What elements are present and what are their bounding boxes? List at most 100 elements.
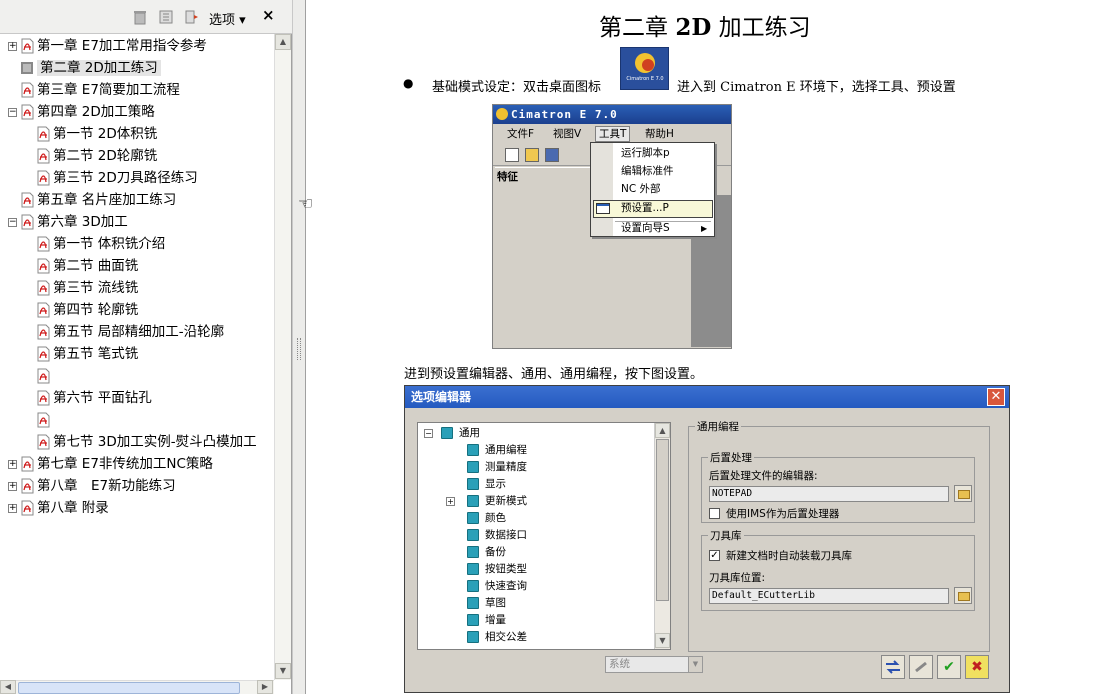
- autoload-library-checkbox[interactable]: ✓: [709, 550, 720, 561]
- dialog-close-button[interactable]: ✕: [987, 388, 1005, 406]
- scroll-right-icon[interactable]: ▶: [257, 680, 273, 694]
- pdf-icon: [37, 170, 50, 186]
- book-icon: [467, 461, 479, 473]
- bookmark-item[interactable]: − 第四章 2D加工策略: [8, 102, 155, 122]
- book-icon: [467, 512, 479, 524]
- options-tree-item[interactable]: − 通用: [424, 425, 480, 442]
- bookmark-item[interactable]: + 第八章 附录: [8, 498, 109, 518]
- menu-item-preferences[interactable]: 预设置...P: [621, 200, 669, 217]
- bookmark-label: 第八章 E7新功能练习: [37, 478, 176, 494]
- bookmark-item[interactable]: 第二节 2D轮廓铣: [36, 146, 157, 166]
- scope-select[interactable]: 系统 ▼: [605, 656, 703, 673]
- menu-item-nc-external[interactable]: NC 外部: [621, 181, 661, 198]
- options-menu-button[interactable]: 选项 ▾: [209, 9, 246, 28]
- options-tree-item[interactable]: + 更新模式: [446, 493, 527, 510]
- bookmark-item[interactable]: 第五节 局部精细加工-沿轮廓: [36, 322, 224, 342]
- import-export-button[interactable]: [881, 655, 905, 679]
- open-file-icon[interactable]: [525, 148, 539, 162]
- expand-icon[interactable]: +: [8, 41, 17, 51]
- bookmark-item[interactable]: + 第八章 E7新功能练习: [8, 476, 176, 496]
- options-tree-item[interactable]: 快速查询: [446, 578, 527, 595]
- bookmark-item[interactable]: 第二节 曲面铣: [36, 256, 138, 276]
- splitter-grip[interactable]: [297, 338, 301, 360]
- bookmark-item[interactable]: [36, 366, 53, 386]
- cancel-x-icon[interactable]: ✖: [965, 655, 989, 679]
- folder-browse-icon[interactable]: [954, 485, 972, 502]
- bookmark-item[interactable]: 第一节 体积铣介绍: [36, 234, 165, 254]
- use-ims-checkbox[interactable]: [709, 508, 720, 519]
- menu-view[interactable]: 视图V: [553, 125, 581, 143]
- bookmark-item[interactable]: 第一节 2D体积铣: [36, 124, 157, 144]
- expand-icon[interactable]: +: [8, 481, 17, 491]
- options-tree-item[interactable]: 增量: [446, 612, 506, 629]
- reset-button[interactable]: [909, 655, 933, 679]
- new-file-icon[interactable]: [505, 148, 519, 162]
- scroll-thumb[interactable]: [656, 439, 669, 601]
- scroll-up-icon[interactable]: ▲: [275, 34, 291, 50]
- book-icon: [467, 614, 479, 626]
- bookmark-item[interactable]: 第七节 3D加工实例-熨斗凸模加工: [36, 432, 257, 452]
- bookmark-item[interactable]: 第四节 轮廓铣: [36, 300, 138, 320]
- options-tree-item[interactable]: 草图: [446, 595, 506, 612]
- scroll-up-icon[interactable]: ▲: [655, 423, 670, 438]
- folder-browse-icon[interactable]: [954, 587, 972, 604]
- general-programming-group: 通用编程 后置处理 后置处理文件的编辑器: NOTEPAD 使用IMS作为后置处…: [688, 419, 990, 652]
- expand-icon[interactable]: +: [8, 459, 17, 469]
- bookmark-item[interactable]: + 第七章 E7非传统加工NC策略: [8, 454, 213, 474]
- bookmark-item[interactable]: 第二章 2D加工练习: [8, 58, 161, 78]
- horizontal-scrollbar[interactable]: ◀ ▶: [0, 680, 274, 694]
- menu-tools[interactable]: 工具T: [595, 126, 631, 142]
- bookmark-item[interactable]: − 第六章 3D加工: [8, 212, 128, 232]
- tool-library-group: 刀具库 ✓ 新建文档时自动装载刀具库 刀具库位置: Default_ECutte…: [701, 528, 975, 611]
- bookmark-item[interactable]: 第六节 平面钻孔: [36, 388, 152, 408]
- expand-icon[interactable]: +: [8, 503, 17, 513]
- collapse-icon[interactable]: −: [8, 107, 17, 117]
- options-tree-item[interactable]: 显示: [446, 476, 506, 493]
- options-tree-item[interactable]: 测量精度: [446, 459, 527, 476]
- collapse-icon[interactable]: −: [8, 217, 17, 227]
- options-tree-label: 测量精度: [485, 461, 527, 473]
- menu-item-setup-wizard[interactable]: 设置向导S: [621, 220, 670, 237]
- bookmark-label: 第一节 体积铣介绍: [53, 236, 166, 252]
- library-location-field[interactable]: Default_ECutterLib: [709, 588, 949, 604]
- vertical-scrollbar[interactable]: ▲ ▼: [274, 34, 291, 680]
- bookmark-item[interactable]: 第三节 流线铣: [36, 278, 138, 298]
- options-tree-item[interactable]: 备份: [446, 544, 506, 561]
- collapse-icon[interactable]: −: [424, 428, 433, 438]
- scroll-thumb[interactable]: [18, 682, 240, 694]
- bookmark-item[interactable]: 第五节 笔式铣: [36, 344, 138, 364]
- scroll-down-icon[interactable]: ▼: [275, 663, 291, 679]
- bookmark-item[interactable]: 第五章 名片座加工练习: [8, 190, 176, 210]
- options-tree-item[interactable]: 颜色: [446, 510, 506, 527]
- bookmark-item[interactable]: 第三节 2D刀具路径练习: [36, 168, 198, 188]
- scroll-down-icon[interactable]: ▼: [655, 633, 670, 648]
- options-tree-item[interactable]: 通用编程: [446, 442, 527, 459]
- menu-help[interactable]: 帮助H: [645, 125, 674, 143]
- post-editor-field[interactable]: NOTEPAD: [709, 486, 949, 502]
- save-file-icon[interactable]: [545, 148, 559, 162]
- expand-bookmark-icon[interactable]: [185, 9, 199, 25]
- close-panel-button[interactable]: ×: [262, 6, 275, 24]
- menu-file[interactable]: 文件F: [507, 125, 534, 143]
- pdf-icon: [37, 346, 50, 362]
- pdf-icon: [37, 324, 50, 340]
- options-tree-scrollbar[interactable]: ▲ ▼: [654, 423, 670, 649]
- panel-splitter[interactable]: [292, 0, 306, 694]
- book-icon: [467, 597, 479, 609]
- bookmark-item[interactable]: [36, 410, 53, 430]
- options-tree-item[interactable]: 按钮类型: [446, 561, 527, 578]
- menu-item-run-script[interactable]: 运行脚本p: [621, 145, 670, 162]
- menu-item-edit-standard-parts[interactable]: 编辑标准件: [621, 163, 674, 180]
- delete-icon[interactable]: [133, 9, 147, 25]
- bookmark-icon[interactable]: [159, 9, 173, 25]
- expand-icon[interactable]: +: [446, 496, 455, 506]
- options-tree-item[interactable]: 相交公差: [446, 629, 527, 646]
- bookmark-label: 第七节 3D加工实例-熨斗凸模加工: [53, 434, 257, 450]
- scroll-left-icon[interactable]: ◀: [0, 680, 16, 694]
- bookmark-label: 第五节 局部精细加工-沿轮廓: [53, 324, 225, 340]
- bookmark-item[interactable]: + 第一章 E7加工常用指令参考: [8, 36, 207, 56]
- options-tree-item[interactable]: 数据接口: [446, 527, 527, 544]
- ok-check-icon[interactable]: ✔: [937, 655, 961, 679]
- pdf-icon: [37, 302, 50, 318]
- bookmark-item[interactable]: 第三章 E7简要加工流程: [8, 80, 180, 100]
